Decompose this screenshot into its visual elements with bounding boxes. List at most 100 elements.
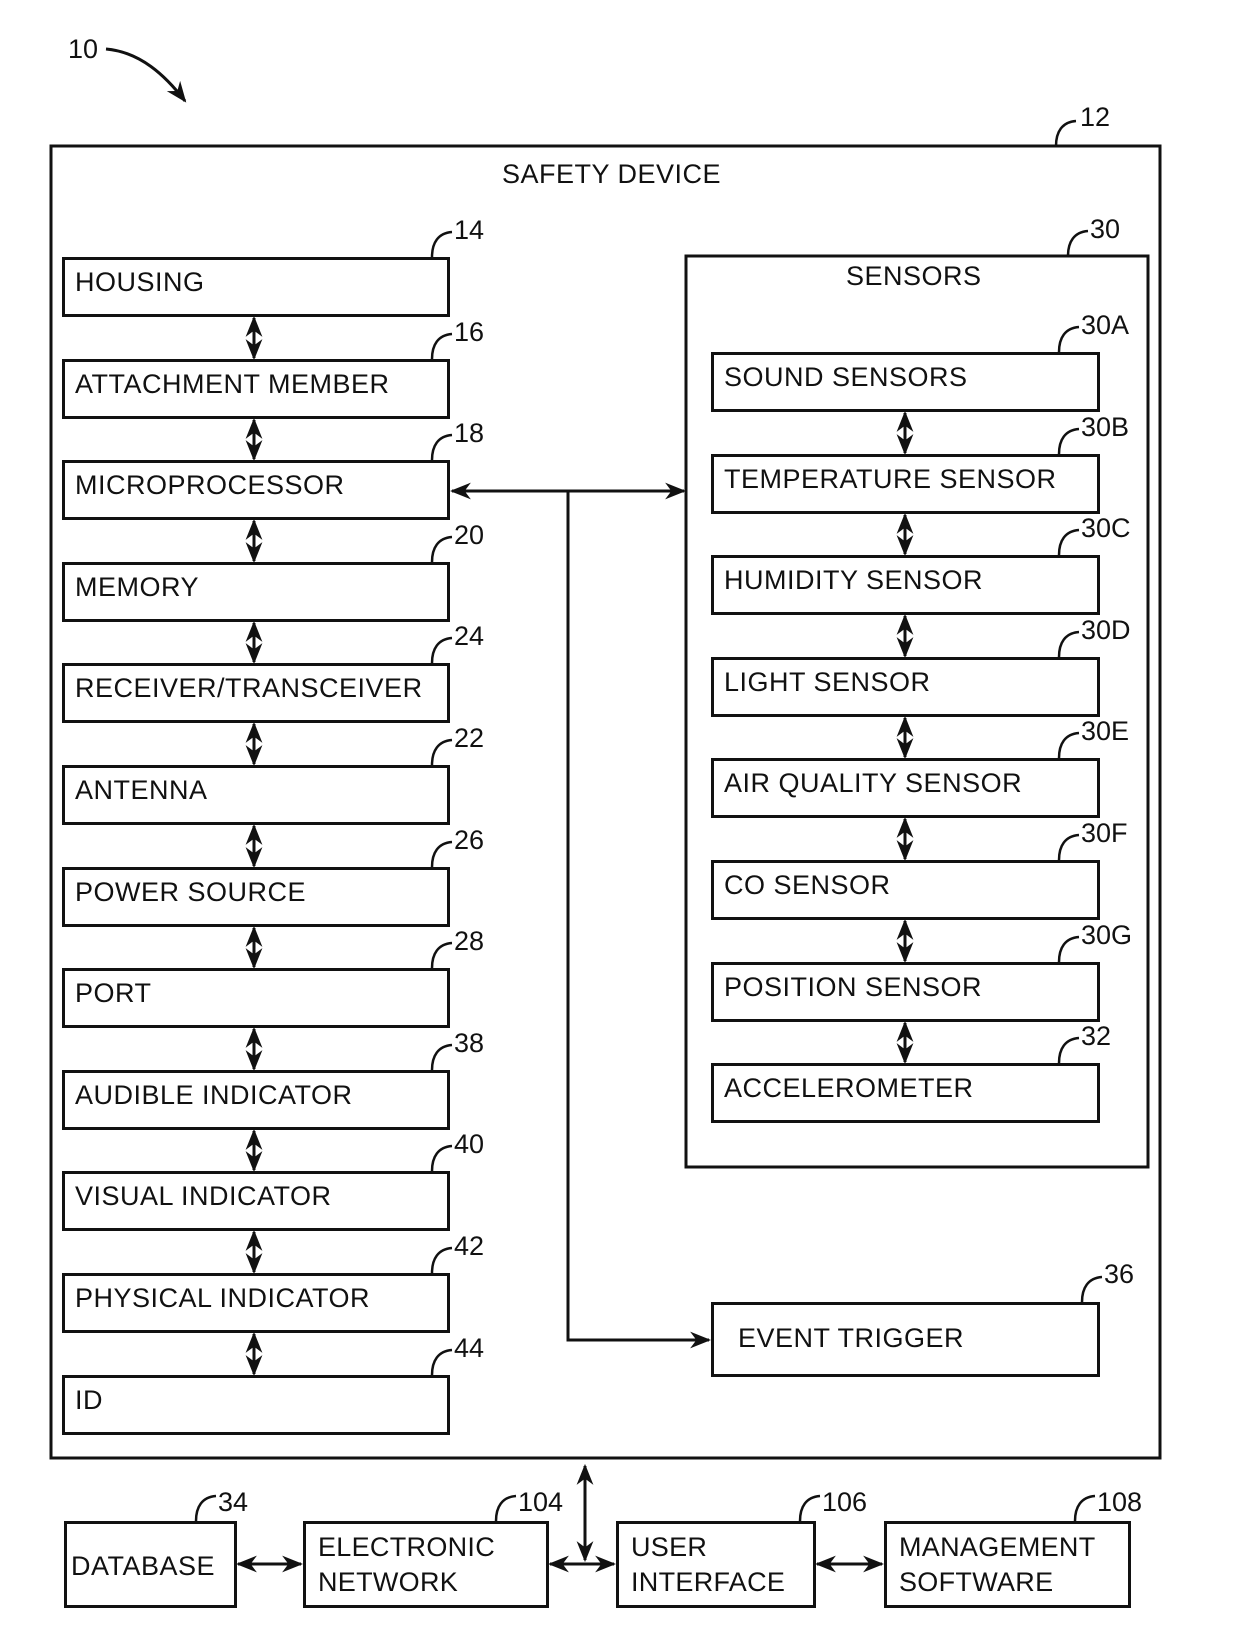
ref-leader-line: [430, 1043, 453, 1071]
user-interface-box: USER INTERFACE: [616, 1521, 816, 1608]
component-physical-indicator: PHYSICAL INDICATOR: [62, 1273, 450, 1333]
sensor-air-quality: AIR QUALITY SENSOR: [711, 758, 1100, 818]
ref-leader-line: [494, 1494, 517, 1522]
sensor-temperature: TEMPERATURE SENSOR: [711, 454, 1100, 514]
ref-leader-line: [1057, 731, 1080, 759]
component-label: AUDIBLE INDICATOR: [75, 1080, 353, 1110]
component-visual-indicator: VISUAL INDICATOR: [62, 1171, 450, 1231]
sensor-label: ACCELEROMETER: [724, 1073, 974, 1103]
label-line: INTERFACE: [631, 1566, 786, 1597]
sensors-title: SENSORS: [846, 261, 982, 291]
component-housing: HOUSING: [62, 257, 450, 317]
component-audible-indicator: AUDIBLE INDICATOR: [62, 1070, 450, 1130]
component-ref: 24: [454, 621, 485, 651]
microprocessor-event-trigger-link: [566, 491, 712, 1349]
management-software-label: MANAGEMENT SOFTWARE: [899, 1530, 1096, 1599]
ref-leader-line: [1057, 833, 1080, 861]
sensor-label: AIR QUALITY SENSOR: [724, 768, 1023, 798]
component-memory: MEMORY: [62, 562, 450, 622]
sensor-ref: 30D: [1081, 615, 1131, 645]
sensor-position: POSITION SENSOR: [711, 962, 1100, 1022]
ref-leader-line: [1073, 1494, 1096, 1522]
component-ref: 28: [454, 926, 485, 956]
ref-leader-line: [430, 230, 453, 258]
label-line: NETWORK: [318, 1566, 459, 1597]
safety-device-title: SAFETY DEVICE: [502, 159, 722, 189]
ref-leader-line: [1054, 119, 1077, 147]
sensor-label: HUMIDITY SENSOR: [724, 565, 984, 595]
database-ref: 34: [218, 1487, 249, 1517]
component-label: HOUSING: [75, 267, 205, 297]
sensor-sound: SOUND SENSORS: [711, 352, 1100, 412]
component-label: PORT: [75, 978, 152, 1008]
electronic-network-box: ELECTRONIC NETWORK: [303, 1521, 549, 1608]
component-id: ID: [62, 1375, 450, 1435]
component-label: ATTACHMENT MEMBER: [75, 369, 390, 399]
ref-leader-line: [430, 941, 453, 969]
ref-leader-line: [430, 840, 453, 868]
component-receiver-transceiver: RECEIVER/TRANSCEIVER: [62, 663, 450, 723]
ref-leader-line: [1080, 1275, 1103, 1303]
component-ref: 44: [454, 1333, 485, 1363]
component-label: RECEIVER/TRANSCEIVER: [75, 673, 423, 703]
component-label: MICROPROCESSOR: [75, 470, 345, 500]
user-interface-ref: 106: [822, 1487, 868, 1517]
component-label: ID: [75, 1385, 103, 1415]
component-microprocessor: MICROPROCESSOR: [62, 460, 450, 520]
figure-pointer-arrow: [105, 47, 187, 103]
sensor-light: LIGHT SENSOR: [711, 657, 1100, 717]
component-ref: 22: [454, 723, 485, 753]
event-trigger-ref: 36: [1104, 1259, 1135, 1289]
component-attachment-member: ATTACHMENT MEMBER: [62, 359, 450, 419]
component-ref: 26: [454, 825, 485, 855]
sensor-label: SOUND SENSORS: [724, 362, 968, 392]
ref-leader-line: [1057, 528, 1080, 556]
electronic-network-ref: 104: [518, 1487, 564, 1517]
label-line: MANAGEMENT: [899, 1532, 1096, 1562]
component-label: MEMORY: [75, 572, 200, 602]
sensor-label: LIGHT SENSOR: [724, 667, 931, 697]
ref-leader-line: [1057, 1036, 1080, 1064]
ref-leader-line: [430, 1144, 453, 1172]
component-ref: 38: [454, 1028, 485, 1058]
component-ref: 20: [454, 520, 485, 550]
user-interface-label: USER INTERFACE: [631, 1530, 785, 1599]
ref-leader-line: [194, 1494, 217, 1522]
sensor-accelerometer: ACCELEROMETER: [711, 1063, 1100, 1123]
component-ref: 14: [454, 215, 485, 245]
sensor-ref: 30B: [1081, 412, 1130, 442]
sensor-humidity: HUMIDITY SENSOR: [711, 555, 1100, 615]
ref-leader-line: [1057, 427, 1080, 455]
safety-device-ref: 12: [1080, 102, 1111, 132]
component-power-source: POWER SOURCE: [62, 867, 450, 927]
sensor-ref: 32: [1081, 1021, 1112, 1051]
ref-leader-line: [430, 535, 453, 563]
event-trigger-label: EVENT TRIGGER: [738, 1323, 965, 1353]
management-software-box: MANAGEMENT SOFTWARE: [884, 1521, 1131, 1608]
component-ref: 16: [454, 317, 485, 347]
ref-leader-line: [430, 1246, 453, 1274]
component-label: POWER SOURCE: [75, 877, 307, 907]
component-port: PORT: [62, 968, 450, 1028]
component-ref: 40: [454, 1129, 485, 1159]
ref-leader-line: [1057, 935, 1080, 963]
sensor-label: CO SENSOR: [724, 870, 891, 900]
ref-leader-line: [1066, 229, 1089, 257]
label-line: USER: [631, 1532, 708, 1562]
management-software-ref: 108: [1097, 1487, 1143, 1517]
figure-ref-label: 10: [68, 34, 99, 64]
ref-leader-line: [430, 636, 453, 664]
component-label: PHYSICAL INDICATOR: [75, 1283, 371, 1313]
ref-leader-line: [1057, 630, 1080, 658]
ref-leader-line: [430, 1348, 453, 1376]
label-line: SOFTWARE: [899, 1566, 1054, 1597]
component-ref: 18: [454, 418, 485, 448]
label-line: ELECTRONIC: [318, 1532, 496, 1562]
database-box: DATABASE: [64, 1521, 237, 1608]
sensor-label: POSITION SENSOR: [724, 972, 983, 1002]
sensor-ref: 30C: [1081, 513, 1131, 543]
ref-leader-line: [798, 1494, 821, 1522]
ref-leader-line: [1057, 325, 1080, 353]
sensor-label: TEMPERATURE SENSOR: [724, 464, 1057, 494]
ref-leader-line: [430, 738, 453, 766]
